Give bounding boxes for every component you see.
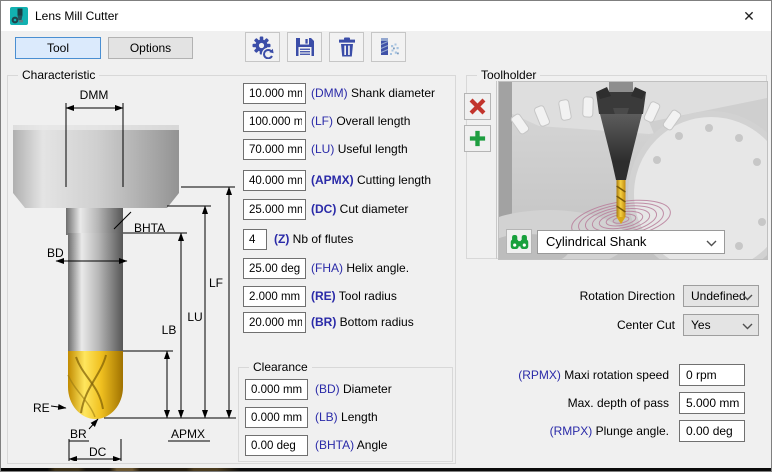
diagram-label-br: BR xyxy=(70,427,87,441)
fha-input[interactable] xyxy=(243,258,306,279)
br-input[interactable] xyxy=(243,312,306,333)
tab-options[interactable]: Options xyxy=(108,37,193,59)
max-depth-input[interactable] xyxy=(679,392,745,414)
diagram-label-re: RE xyxy=(33,401,50,415)
window-title: Lens Mill Cutter xyxy=(35,1,118,31)
gear-refresh-icon xyxy=(251,35,275,59)
lens-mill-cutter-dialog: Lens Mill Cutter ✕ Tool Options xyxy=(0,0,772,472)
background-window-strip xyxy=(1,468,772,472)
app-icon xyxy=(10,7,28,25)
delete-button[interactable] xyxy=(329,32,364,62)
trash-icon xyxy=(336,36,358,58)
chevron-down-icon xyxy=(742,323,753,330)
lb-label: Length xyxy=(341,410,378,424)
br-code: (BR) xyxy=(311,315,336,329)
diagram-label-apmx: APMX xyxy=(171,427,205,441)
lu-label: Useful length xyxy=(338,142,408,156)
center-cut-dropdown[interactable]: Yes xyxy=(683,314,759,336)
rmpx-label: Plunge angle. xyxy=(596,424,669,438)
add-toolholder-button[interactable] xyxy=(464,125,491,152)
dmm-label: Shank diameter xyxy=(351,86,435,100)
remove-toolholder-button[interactable] xyxy=(464,93,491,120)
rpmx-label: Maxi rotation speed xyxy=(564,368,669,382)
save-button[interactable] xyxy=(287,32,322,62)
bd-input[interactable] xyxy=(245,379,308,400)
apmx-label: Cutting length xyxy=(357,173,431,187)
tab-tool[interactable]: Tool xyxy=(15,37,101,59)
diagram-label-lb: LB xyxy=(162,323,177,337)
re-label: Tool radius xyxy=(339,289,397,303)
simulation-button[interactable] xyxy=(371,32,406,62)
bhta-input[interactable] xyxy=(245,435,308,456)
shank-type-dropdown[interactable]: Cylindrical Shank xyxy=(537,230,725,254)
re-code: (RE) xyxy=(311,289,336,303)
max-depth-label: Max. depth of pass xyxy=(568,392,669,414)
diagram-label-bhta: BHTA xyxy=(134,221,165,235)
lb-input[interactable] xyxy=(245,407,308,428)
diagram-label-dmm: DMM xyxy=(80,88,109,102)
green-plus-icon xyxy=(468,129,487,148)
close-icon[interactable]: ✕ xyxy=(727,1,771,31)
re-input[interactable] xyxy=(243,286,306,307)
diagram-label-dc: DC xyxy=(89,445,107,459)
lf-code: (LF) xyxy=(311,114,333,128)
bhta-code: (BHTA) xyxy=(315,438,354,452)
flutes-code: (Z) xyxy=(274,232,289,246)
title-bar: Lens Mill Cutter ✕ xyxy=(1,1,771,31)
lu-input[interactable] xyxy=(243,139,306,160)
lb-code: (LB) xyxy=(315,410,338,424)
chevron-down-icon xyxy=(706,240,717,247)
br-label: Bottom radius xyxy=(340,315,414,329)
lf-input[interactable] xyxy=(243,111,306,132)
apmx-code: (APMX) xyxy=(311,173,354,187)
dc-input[interactable] xyxy=(243,199,306,220)
shank-type-value: Cylindrical Shank xyxy=(546,234,646,249)
rotation-direction-value: Undefined xyxy=(691,289,746,303)
max-rotation-input[interactable] xyxy=(679,364,745,386)
plunge-angle-input[interactable] xyxy=(679,420,745,442)
save-floppy-icon xyxy=(294,36,316,58)
recompute-button[interactable] xyxy=(245,32,280,62)
dc-code: (DC) xyxy=(311,202,336,216)
dc-label: Cut diameter xyxy=(340,202,409,216)
chevron-down-icon xyxy=(742,294,753,301)
fha-label: Helix angle. xyxy=(346,261,409,275)
rmpx-code: (RMPX) xyxy=(550,424,593,438)
center-cut-label: Center Cut xyxy=(617,314,675,336)
tool-diagram: DMM BHTA BD LF LU LB RE BR DC APMX xyxy=(9,77,239,461)
rpmx-code: (RPMX) xyxy=(518,368,561,382)
dmm-input[interactable] xyxy=(243,83,306,104)
center-cut-value: Yes xyxy=(691,318,711,332)
rotation-direction-label: Rotation Direction xyxy=(580,285,675,307)
fha-code: (FHA) xyxy=(311,261,343,275)
toolholder-separator xyxy=(496,81,497,259)
lu-code: (LU) xyxy=(311,142,334,156)
bhta-label: Angle xyxy=(357,438,388,452)
apmx-input[interactable] xyxy=(243,170,306,191)
clearance-group-title: Clearance xyxy=(249,360,312,374)
lf-label: Overall length xyxy=(336,114,410,128)
diagram-label-lu: LU xyxy=(187,310,202,324)
diagram-label-bd: BD xyxy=(47,246,64,260)
binoculars-icon xyxy=(509,233,530,251)
bd-code: (BD) xyxy=(315,382,340,396)
search-toolholder-button[interactable] xyxy=(506,229,532,254)
dmm-code: (DMM) xyxy=(311,86,348,100)
rotation-direction-dropdown[interactable]: Undefined xyxy=(683,285,759,307)
flutes-input[interactable] xyxy=(243,229,267,250)
bd-label: Diameter xyxy=(343,382,392,396)
diagram-label-lf: LF xyxy=(209,276,223,290)
tool-chips-icon xyxy=(378,36,400,58)
toolholder-group-title: Toolholder xyxy=(477,68,540,82)
flutes-label: Nb of flutes xyxy=(293,232,354,246)
red-x-icon xyxy=(468,97,487,116)
